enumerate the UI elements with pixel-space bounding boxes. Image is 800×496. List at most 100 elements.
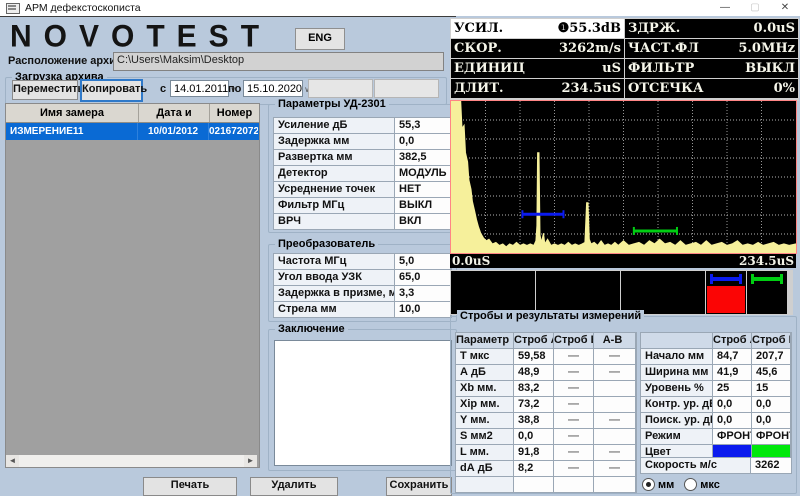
row-label: L мм. — [456, 445, 513, 460]
row-value: 3,3 — [395, 286, 450, 301]
results-table: ПараметрСтроб АСтроб ВА-ВТ мкс59,58——А д… — [455, 332, 637, 493]
date-from-label: с — [160, 83, 166, 95]
date-to-picker[interactable]: 15.10.2020 ∨ — [243, 80, 303, 97]
row-label: Частота МГц — [274, 254, 394, 269]
row-label: Усреднение точек — [274, 182, 394, 197]
print-button[interactable]: Печать — [143, 477, 237, 496]
row-value: 55,3 — [395, 118, 450, 133]
scroll-right-icon[interactable]: ► — [244, 455, 257, 467]
row-value: МОДУЛЬ — [395, 166, 450, 181]
row-value — [594, 429, 635, 444]
minimize-button[interactable]: — — [710, 0, 740, 16]
radio-mks-label: мкс — [700, 479, 720, 491]
row-value: — — [594, 413, 635, 428]
delete-button[interactable]: Удалить — [250, 477, 338, 496]
gate-a-icon — [706, 271, 746, 286]
row-label: А дБ — [456, 365, 513, 380]
row-value: 10,0 — [395, 302, 450, 317]
gate-b-icon — [747, 271, 787, 286]
row-value: — — [554, 461, 593, 476]
horizontal-scrollbar[interactable]: ◄ ► — [6, 455, 257, 467]
table-header-cell: Строб А — [713, 333, 751, 348]
row-label: Контр. ур. дБ — [641, 397, 712, 412]
row-value: ВЫКЛ — [395, 198, 450, 213]
row-value: — — [554, 445, 593, 460]
display-cell-cutoff: ОТСЕЧКА0% — [625, 79, 798, 98]
units-radio-group: мм мкс — [642, 478, 720, 491]
measurement-datetime: 10/01/2012 11:59 — [138, 123, 209, 140]
row-label: Угол ввода УЗК — [274, 270, 394, 285]
row-label: Задержка в призме, мкс — [274, 286, 394, 301]
row-value: — — [554, 397, 593, 412]
gate-indicator-strip — [450, 270, 793, 315]
row-value: — — [554, 349, 593, 364]
radio-mks-dot[interactable] — [684, 478, 697, 491]
row-value: 83,2 — [514, 381, 553, 396]
row-value: 91,8 — [514, 445, 553, 460]
row-value: — — [554, 365, 593, 380]
indicator-cell-gate-a — [706, 271, 746, 314]
date-from-picker[interactable]: 14.01.2011 ∨ — [170, 80, 229, 97]
device-params-table: Усиление дБ55,3Задержка мм0,0Развертка м… — [273, 117, 452, 230]
display-cell-gain: УСИЛ.❶55.3dB — [451, 19, 624, 38]
copy-button[interactable]: Копировать — [80, 79, 143, 102]
results-title: Стробы и результаты измерений — [457, 310, 644, 322]
novotest-logo: NOVOTEST — [10, 19, 271, 55]
list-item-selected[interactable]: ИЗМЕРЕНИЕ11 10/01/2012 11:59 0216720720 — [6, 123, 259, 140]
instrument-display: УСИЛ.❶55.3dB ЗДРЖ.0.0uS СКОР.3262m/s ЧАС… — [450, 18, 799, 101]
row-value: 0,0 — [713, 397, 751, 412]
indicator-cell-empty — [536, 271, 620, 314]
disabled-field-1 — [308, 79, 373, 98]
row-label: Хb мм. — [456, 381, 513, 396]
table-header-cell: Параметр — [456, 333, 513, 348]
conclusion-title: Заключение — [275, 323, 348, 335]
row-label: Усиление дБ — [274, 118, 394, 133]
row-value: 207,7 — [752, 349, 790, 364]
table-header-cell: Строб А — [514, 333, 553, 348]
gates-table: Строб АСтроб ВНачало мм84,7207,7Ширина м… — [640, 332, 792, 461]
row-value: 84,7 — [713, 349, 751, 364]
maximize-button[interactable]: ▢ — [740, 0, 770, 16]
app-icon — [6, 3, 20, 14]
move-button[interactable]: Переместить — [12, 80, 78, 100]
row-value: 59,58 — [514, 349, 553, 364]
language-button[interactable]: ENG — [295, 28, 345, 50]
row-value: — — [594, 365, 635, 380]
display-cell-duration: ДЛИТ.234.5uS — [451, 79, 624, 98]
ascan-waveform — [451, 101, 796, 253]
list-header: Имя замера Дата и время Номер — [6, 104, 259, 123]
row-value: 3262 — [751, 458, 791, 473]
date-from-value: 14.01.2011 — [174, 83, 228, 95]
row-value: 25 — [713, 381, 751, 396]
window-title: АРМ дефекстоскописта — [25, 2, 141, 14]
date-to-label: по — [228, 83, 241, 95]
save-button[interactable]: Сохранить — [386, 477, 452, 496]
column-header-number[interactable]: Номер — [210, 104, 259, 122]
column-header-name[interactable]: Имя замера — [6, 104, 139, 122]
row-value: 8,2 — [514, 461, 553, 476]
row-value: 0,0 — [514, 429, 553, 444]
conclusion-textarea[interactable] — [274, 340, 452, 466]
row-value: — — [554, 381, 593, 396]
device-params-title: Параметры УД-2301 — [275, 98, 389, 110]
disabled-field-2 — [374, 79, 439, 98]
measurement-name: ИЗМЕРЕНИЕ11 — [6, 123, 138, 140]
measurement-list[interactable]: Имя замера Дата и время Номер ИЗМЕРЕНИЕ1… — [5, 103, 260, 468]
indicator-cell-empty — [451, 271, 535, 314]
row-value — [594, 397, 635, 412]
radio-mm-dot[interactable] — [642, 478, 655, 491]
radio-mm[interactable]: мм — [642, 478, 674, 491]
gate-b-alarm-fill — [748, 286, 786, 313]
row-value: 41,9 — [713, 365, 751, 380]
column-header-datetime[interactable]: Дата и время — [139, 104, 210, 122]
row-value — [554, 477, 593, 492]
row-value: 382,5 — [395, 150, 450, 165]
radio-mm-label: мм — [658, 479, 674, 491]
close-button[interactable]: ✕ — [770, 0, 800, 16]
scroll-left-icon[interactable]: ◄ — [6, 455, 19, 467]
archive-path-field[interactable]: C:\Users\Maksim\Desktop — [113, 52, 444, 71]
radio-mks[interactable]: мкс — [684, 478, 720, 491]
row-label: Развертка мм — [274, 150, 394, 165]
probe-title: Преобразователь — [275, 238, 378, 250]
gate-a-alarm-fill — [707, 286, 745, 313]
